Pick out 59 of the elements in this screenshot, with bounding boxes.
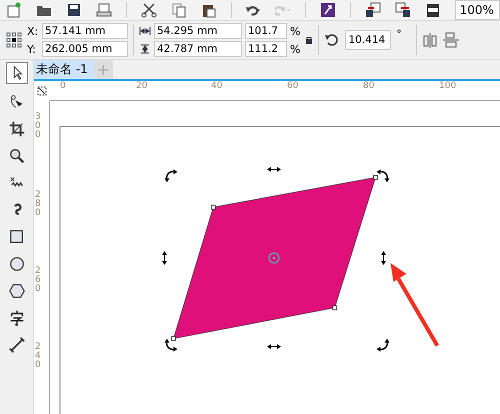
y-label: Y: [27, 42, 37, 56]
ellipse-tool-icon[interactable] [8, 255, 26, 273]
ruler-label: 260 [35, 267, 42, 294]
skew-handle-icon[interactable] [162, 251, 167, 265]
launcher-icon[interactable] [320, 2, 336, 18]
save-icon[interactable] [66, 2, 82, 18]
skew-handle-icon[interactable] [381, 251, 386, 265]
ruler-label: 40 [211, 81, 222, 91]
scale-y-field[interactable]: 111.2 [245, 41, 287, 57]
rotation-handle-icon[interactable] [376, 338, 390, 352]
x-label: X: [27, 24, 39, 38]
rotation-handle-icon[interactable] [164, 338, 178, 352]
zoom-field[interactable]: 100% [454, 0, 500, 20]
degree-sign: ° [396, 29, 402, 40]
zoom-tool-icon[interactable] [8, 147, 26, 165]
copy-icon[interactable] [170, 2, 187, 18]
dimension-tool-icon[interactable] [8, 336, 26, 354]
export-icon[interactable] [394, 2, 411, 18]
width-arrow-icon [139, 26, 151, 36]
rectangle-tool-icon[interactable] [8, 228, 26, 246]
width-field[interactable]: 54.295 mm [154, 23, 242, 39]
ruler-label: 280 [35, 191, 42, 218]
height-arrow-icon [139, 44, 151, 54]
ruler-label: 20 [136, 81, 148, 91]
y-position-field[interactable]: 262.005 mm [42, 41, 128, 57]
mirror-vertical-icon[interactable] [443, 32, 460, 48]
ruler-label: 240 [35, 343, 42, 370]
ruler-label: 100 [439, 81, 456, 91]
x-position-field[interactable]: 57.141 mm [42, 23, 128, 39]
ruler-label: 300 [35, 113, 42, 140]
skew-handle-icon[interactable] [267, 166, 281, 172]
mirror-horizontal-icon[interactable] [422, 32, 438, 48]
printer-icon[interactable] [96, 2, 112, 18]
scale-x-field[interactable]: 101.7 [245, 23, 287, 39]
polygon-tool-icon[interactable] [8, 282, 26, 300]
text-tool-icon[interactable] [8, 309, 26, 327]
reference-point-icon[interactable] [6, 32, 22, 48]
ruler-label: 80 [363, 81, 374, 91]
rotation-field[interactable]: 10.414 [345, 30, 392, 50]
skew-handle-icon[interactable] [267, 344, 281, 350]
height-field[interactable]: 42.787 mm [154, 41, 242, 57]
ruler-label: 0 [60, 81, 66, 91]
center-marker-icon[interactable] [268, 252, 280, 264]
clipboard-icon[interactable] [200, 2, 217, 18]
document-tab[interactable]: 未命名 -1 [34, 60, 94, 79]
crop-tool-icon[interactable] [8, 120, 26, 138]
rotate-icon [324, 32, 340, 48]
import-icon[interactable] [364, 2, 381, 18]
rotation-handle-icon[interactable] [164, 169, 178, 182]
percent-sign: % [290, 42, 300, 56]
lock-icon[interactable] [305, 36, 314, 44]
new-document-icon[interactable] [6, 2, 22, 18]
percent-sign: % [290, 24, 300, 38]
scissors-icon[interactable] [140, 2, 157, 18]
ruler-origin-icon[interactable] [36, 85, 48, 97]
pointer-tool-icon[interactable] [6, 62, 28, 84]
rotation-handle-icon[interactable] [376, 169, 390, 182]
ruler-label: 60 [287, 81, 298, 91]
pdf-icon[interactable] [424, 2, 441, 18]
